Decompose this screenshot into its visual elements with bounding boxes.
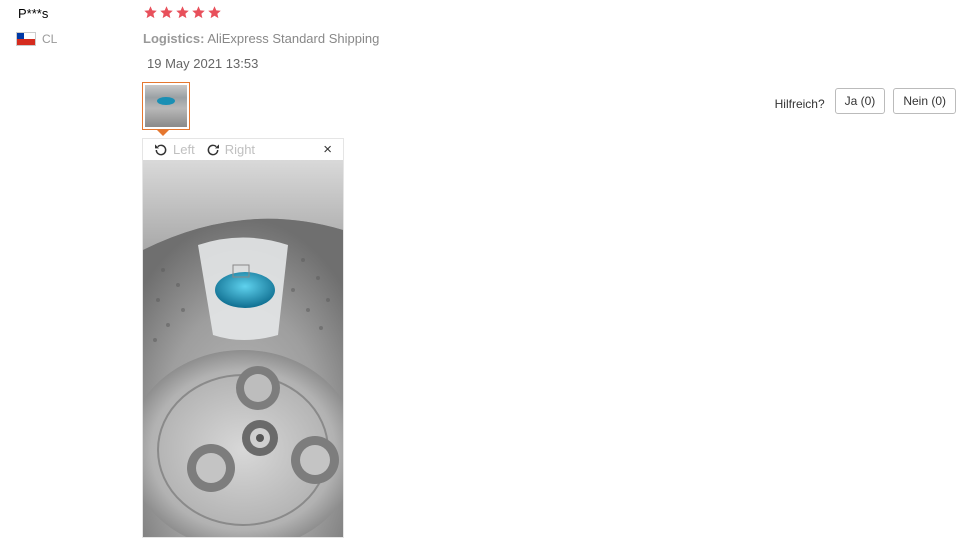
logistics-info: Logistics: AliExpress Standard Shipping (143, 31, 379, 46)
reviewer-country: CL (16, 32, 57, 46)
review-photo-thumbnail[interactable] (142, 82, 190, 130)
thumbnail-pointer-arrow (157, 130, 169, 136)
star-icon (176, 6, 189, 19)
viewer-toolbar: Left Right × (143, 139, 343, 160)
review-photo (143, 160, 343, 537)
star-icon (144, 6, 157, 19)
rotate-left-label: Left (173, 142, 195, 157)
close-viewer-button[interactable]: × (323, 141, 332, 158)
review-date: 19 May 2021 13:53 (147, 56, 259, 71)
rotate-right-icon (207, 143, 219, 155)
rotate-left-button[interactable]: Left (153, 142, 195, 158)
star-rating (143, 5, 222, 20)
photo-viewer: Left Right × (142, 138, 344, 538)
country-code: CL (42, 32, 58, 46)
logistics-label: Logistics: (143, 31, 205, 46)
thumbnail-image (145, 85, 187, 127)
rotate-right-button[interactable]: Right (205, 142, 255, 158)
reviewer-name: P***s (18, 6, 49, 21)
helpful-no-button[interactable]: Nein (0) (893, 88, 956, 114)
chile-flag-icon (16, 32, 36, 46)
rotate-left-icon (155, 143, 167, 155)
review-item: P***s CL Logistics: AliExpress Standard … (0, 0, 978, 550)
helpful-yes-button[interactable]: Ja (0) (834, 88, 886, 114)
helpful-voting: Hilfreich? Ja (0) Nein (0) (775, 88, 956, 114)
star-icon (160, 6, 173, 19)
logistics-value: AliExpress Standard Shipping (207, 31, 380, 46)
star-icon (192, 6, 205, 19)
helpful-question: Hilfreich? (774, 96, 825, 111)
rotate-right-label: Right (224, 142, 256, 157)
star-icon (208, 6, 221, 19)
